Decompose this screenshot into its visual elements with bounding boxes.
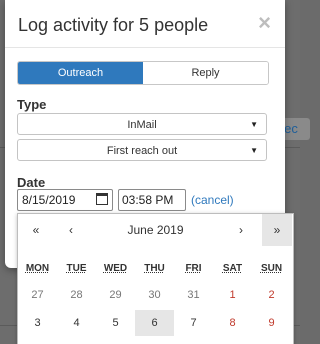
weekday-label: FRI [185,263,202,274]
cancel-link[interactable]: (cancel) [191,193,234,207]
calendar-day[interactable]: 30 [135,282,174,308]
next-month-button[interactable]: › [226,214,256,246]
channel-select[interactable]: InMail ▼ [17,113,267,135]
time-field-value: 03:58 PM [122,193,174,207]
month-title[interactable]: June 2019 [113,214,198,246]
date-label: Date [17,175,46,190]
calendar-day[interactable]: 29 [96,282,135,308]
weekday-label: MON [25,263,50,274]
modal-title: Log activity for 5 people [18,15,209,35]
chevron-down-icon: ▼ [250,120,258,129]
calendar-day[interactable]: 28 [57,282,96,308]
stage-select[interactable]: First reach out ▼ [17,139,267,161]
calendar-week: 3 4 5 6 7 8 9 [18,310,293,336]
weekday-label: SAT [222,263,243,274]
calendar-day[interactable]: 9 [252,310,291,336]
weekday-header: MON TUE WED THU FRI SAT SUN [18,256,293,282]
close-icon[interactable]: × [258,10,271,36]
outreach-toggle-button[interactable]: Outreach [18,62,143,84]
date-picker-nav: « ‹ June 2019 › » [18,214,293,246]
modal-header: Log activity for 5 people × [5,0,285,48]
chevron-down-icon: ▼ [250,146,258,155]
type-label: Type [17,97,47,112]
date-picker: « ‹ June 2019 › » MON TUE WED THU FRI SA… [17,213,294,344]
calendar-icon[interactable] [96,193,108,205]
reply-toggle-button[interactable]: Reply [143,62,268,84]
calendar-day[interactable]: 7 [174,310,213,336]
calendar-day[interactable]: 31 [174,282,213,308]
calendar-week: 27 28 29 30 31 1 2 [18,282,293,308]
weekday-label: WED [103,263,128,274]
stage-select-value: First reach out [106,145,178,157]
weekday-label: SUN [260,263,283,274]
calendar-day-today[interactable]: 6 [135,310,174,336]
calendar-day[interactable]: 8 [213,310,252,336]
weekday-label: THU [144,263,165,274]
date-field[interactable]: 8/15/2019 [17,189,113,211]
calendar-day[interactable]: 4 [57,310,96,336]
calendar-day[interactable]: 3 [18,310,57,336]
time-field[interactable]: 03:58 PM [118,189,186,211]
prev-year-button[interactable]: « [21,214,51,246]
calendar-day[interactable]: 1 [213,282,252,308]
calendar-day[interactable]: 2 [252,282,291,308]
prev-month-button[interactable]: ‹ [56,214,86,246]
calendar-day[interactable]: 27 [18,282,57,308]
channel-select-value: InMail [127,119,157,131]
calendar-day[interactable]: 5 [96,310,135,336]
activity-type-toggle: Outreach Reply [17,61,269,85]
date-field-value: 8/15/2019 [22,193,76,207]
next-year-button[interactable]: » [262,214,292,246]
weekday-label: TUE [66,263,87,274]
